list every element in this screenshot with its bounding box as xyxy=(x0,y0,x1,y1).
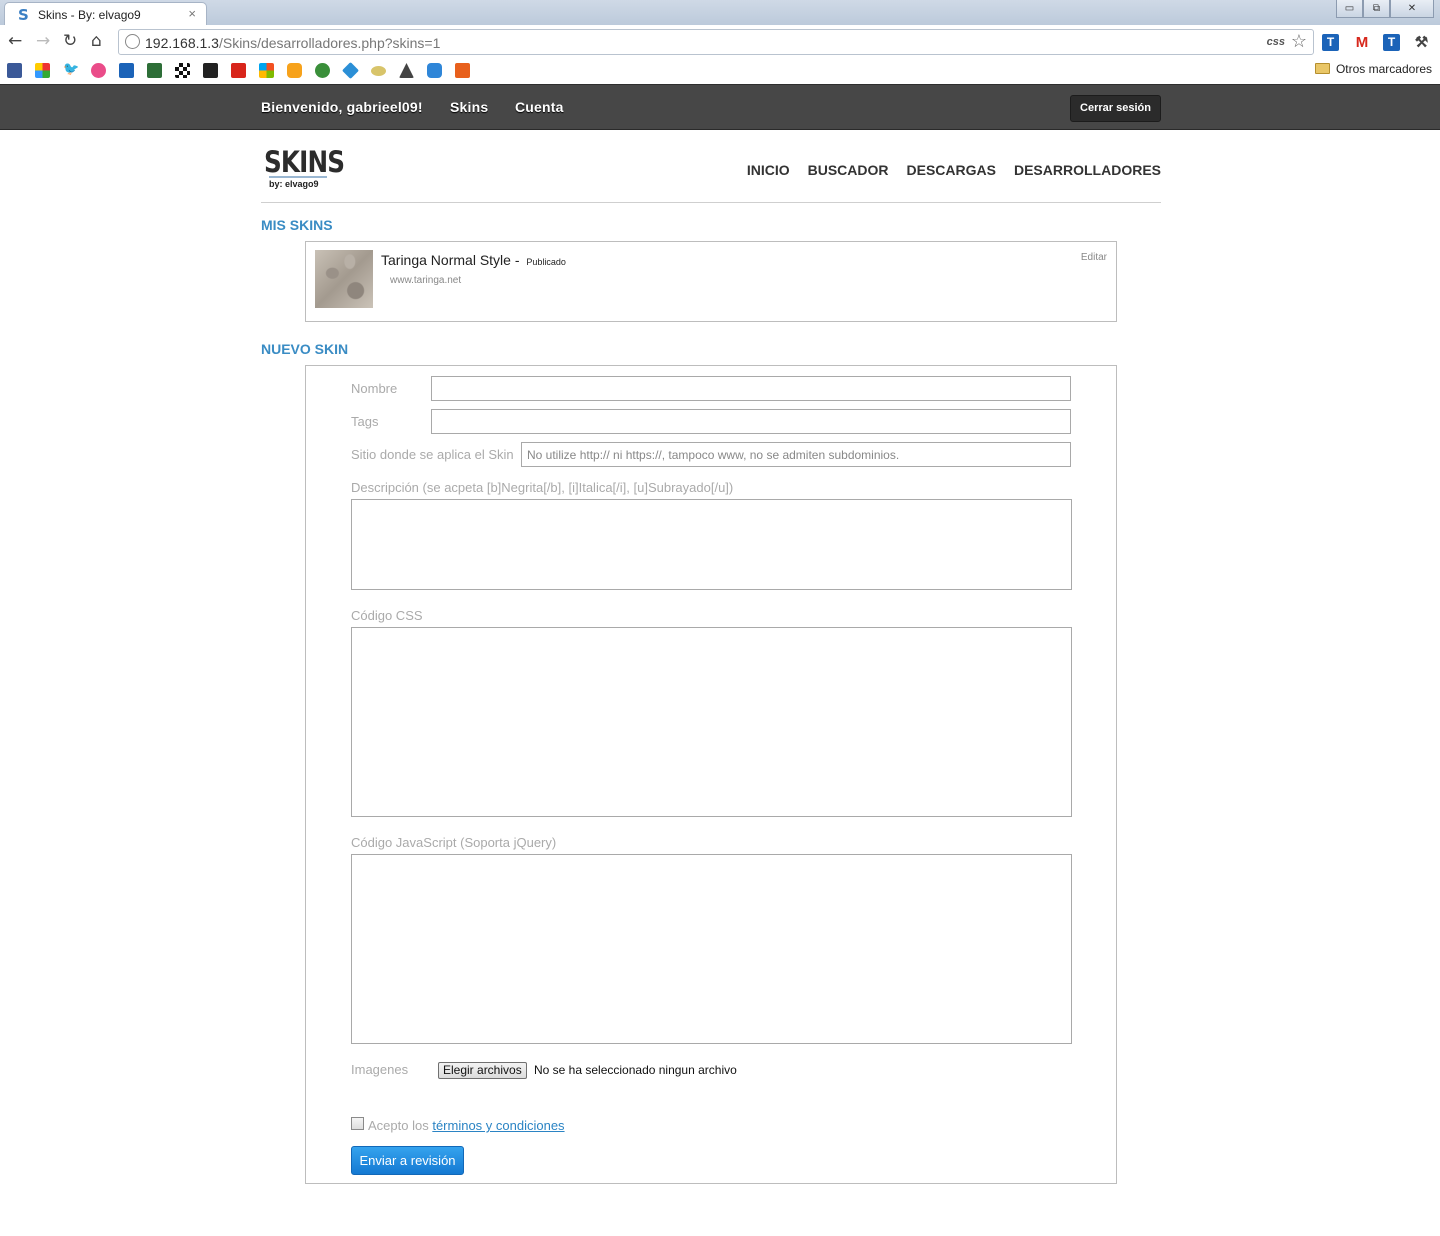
other-bookmarks[interactable]: Otros marcadores xyxy=(1314,62,1432,76)
facebook-bookmark-icon[interactable] xyxy=(7,63,22,78)
header-divider xyxy=(261,202,1161,203)
css-code-label: Código CSS xyxy=(351,608,423,623)
my-skins-title: MIS SKINS xyxy=(261,217,333,233)
folder-icon xyxy=(1314,63,1330,74)
account-link[interactable]: Cuenta xyxy=(515,99,564,115)
page-info-icon[interactable] xyxy=(125,34,140,49)
checker-bookmark-icon[interactable] xyxy=(175,63,190,78)
url-host: 192.168.1.3 xyxy=(145,35,219,51)
edit-skin-link[interactable]: Editar xyxy=(1081,252,1107,263)
url-text: 192.168.1.3/Skins/desarrolladores.php?sk… xyxy=(145,35,440,51)
cloud-bookmark-icon[interactable] xyxy=(427,63,442,78)
nav-buscador[interactable]: BUSCADOR xyxy=(808,162,889,178)
skin-thumbnail[interactable] xyxy=(315,250,373,308)
new-skin-form: Nombre Tags Sitio donde se aplica el Ski… xyxy=(305,365,1117,1184)
bookmark-star-icon[interactable]: ☆ xyxy=(1291,31,1307,52)
name-field[interactable] xyxy=(431,376,1071,401)
tags-field[interactable] xyxy=(431,409,1071,434)
close-window-icon[interactable]: ✕ xyxy=(1390,0,1434,18)
nav-inicio[interactable]: INICIO xyxy=(747,162,790,178)
choose-files-button[interactable]: Elegir archivos xyxy=(438,1062,527,1079)
forward-icon[interactable]: → xyxy=(36,31,50,51)
orange-bookmark-icon[interactable] xyxy=(287,63,302,78)
description-label: Descripción (se acpeta [b]Negrita[/b], [… xyxy=(351,480,734,495)
site-top-bar: Bienvenido, gabrieel09! Skins Cuenta Cer… xyxy=(0,84,1440,130)
window-controls: ▭ ⧉ ✕ xyxy=(1336,0,1434,18)
terms-prefix: Acepto los xyxy=(368,1118,433,1133)
browser-tab-strip: S Skins - By: elvago9 × ▭ ⧉ ✕ xyxy=(0,0,1440,26)
tags-label: Tags xyxy=(351,414,379,429)
taringa-extension-icon[interactable]: T xyxy=(1322,34,1339,51)
description-textarea[interactable] xyxy=(351,499,1072,590)
wrench-icon[interactable]: ⚒ xyxy=(1413,34,1430,51)
taringa-bookmark-icon[interactable] xyxy=(119,63,134,78)
dropbox-bookmark-icon[interactable] xyxy=(342,62,359,79)
nav-descargas[interactable]: DESCARGAS xyxy=(907,162,996,178)
terms-text: Acepto los términos y condiciones xyxy=(368,1118,565,1133)
b-bookmark-icon[interactable] xyxy=(203,63,218,78)
skin-status-badge: Publicado xyxy=(526,257,566,267)
twitter-bookmark-icon[interactable]: 🐦 xyxy=(63,61,79,76)
other-bookmarks-label: Otros marcadores xyxy=(1335,62,1432,76)
images-label: Imagenes xyxy=(351,1062,409,1077)
browser-tab[interactable]: S Skins - By: elvago9 × xyxy=(4,2,207,26)
reload-icon[interactable]: ↻ xyxy=(63,31,77,51)
new-skin-title: NUEVO SKIN xyxy=(261,341,349,357)
terms-checkbox[interactable] xyxy=(351,1117,364,1130)
back-icon[interactable]: ← xyxy=(8,31,22,51)
gmail-icon[interactable]: M xyxy=(1352,34,1372,51)
skin-title: Taringa Normal Style - Publicado xyxy=(381,252,566,268)
arrow-bookmark-icon[interactable] xyxy=(399,63,414,78)
terms-link[interactable]: términos y condiciones xyxy=(432,1118,564,1133)
js-code-label: Código JavaScript (Soporta jQuery) xyxy=(351,835,557,850)
main-nav: INICIO BUSCADOR DESCARGAS DESARROLLADORE… xyxy=(747,162,1161,178)
dribbble-bookmark-icon[interactable] xyxy=(91,63,106,78)
home-icon[interactable]: ⌂ xyxy=(91,31,102,51)
youtube-bookmark-icon[interactable] xyxy=(231,63,246,78)
site-logo[interactable]: SKINS by: elvago9 xyxy=(264,146,358,189)
taringa-extension-icon-2[interactable]: T xyxy=(1383,34,1400,51)
logout-button[interactable]: Cerrar sesión xyxy=(1070,95,1161,122)
disc-bookmark-icon[interactable] xyxy=(371,66,386,76)
skin-separator: - xyxy=(510,252,524,268)
nav-desarrolladores[interactable]: DESARROLLADORES xyxy=(1014,162,1161,178)
logo-text: SKINS xyxy=(264,145,345,179)
name-label: Nombre xyxy=(351,381,398,396)
url-path: /Skins/desarrolladores.php?skins=1 xyxy=(218,35,441,51)
welcome-link[interactable]: Bienvenido, gabrieel09! xyxy=(261,99,423,115)
bookmarks-bar: 🐦 Otros marcadores xyxy=(0,57,1440,84)
tree-bookmark-icon[interactable] xyxy=(147,63,162,78)
windows-bookmark-icon[interactable] xyxy=(259,63,274,78)
file-status: No se ha seleccionado ningun archivo xyxy=(534,1063,737,1077)
submit-for-review-button[interactable]: Enviar a revisión xyxy=(351,1146,464,1175)
skin-name[interactable]: Taringa Normal Style xyxy=(381,252,511,268)
green-bookmark-icon[interactable] xyxy=(315,63,330,78)
browser-toolbar: ← → ↻ ⌂ 192.168.1.3/Skins/desarrolladore… xyxy=(0,25,1440,57)
css-extension-icon[interactable]: css xyxy=(1267,36,1285,48)
skins-link[interactable]: Skins xyxy=(450,99,488,115)
site-field[interactable] xyxy=(521,442,1071,467)
skins-favicon-icon: S xyxy=(18,6,29,24)
site-label: Sitio donde se aplica el Skin xyxy=(351,447,514,462)
skin-site: www.taringa.net xyxy=(390,275,462,286)
my-skins-list: Taringa Normal Style - Publicado www.tar… xyxy=(305,241,1117,322)
js-code-textarea[interactable] xyxy=(351,854,1072,1044)
restore-icon[interactable]: ⧉ xyxy=(1363,0,1390,18)
google-bookmark-icon[interactable] xyxy=(35,63,50,78)
tab-title: Skins - By: elvago9 xyxy=(38,8,141,22)
close-tab-icon[interactable]: × xyxy=(188,6,196,21)
css-code-textarea[interactable] xyxy=(351,627,1072,817)
address-bar[interactable]: 192.168.1.3/Skins/desarrolladores.php?sk… xyxy=(118,29,1314,55)
chart-bookmark-icon[interactable] xyxy=(455,63,470,78)
minimize-icon[interactable]: ▭ xyxy=(1336,0,1363,18)
